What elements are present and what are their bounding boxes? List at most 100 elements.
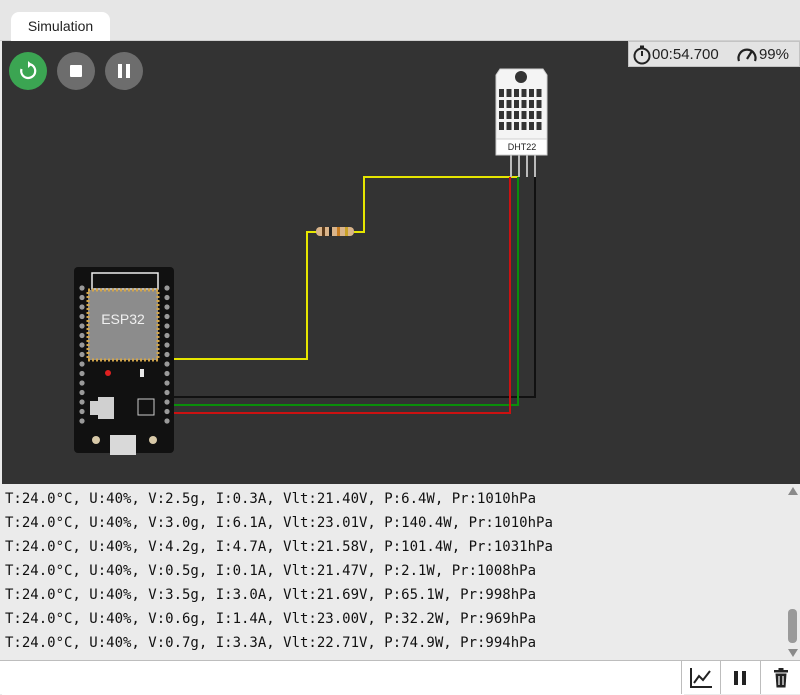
stop-button[interactable] bbox=[57, 52, 95, 90]
vent-slot bbox=[521, 111, 527, 119]
dht22-label: DHT22 bbox=[508, 142, 537, 152]
esp32-pin[interactable] bbox=[79, 304, 85, 310]
esp32-pin[interactable] bbox=[79, 313, 85, 320]
resistor[interactable] bbox=[316, 227, 354, 236]
vent-slot bbox=[536, 89, 542, 97]
serial-monitor[interactable]: T:24.0°C, U:40%, V:2.5g, I:0.3A, Vlt:21.… bbox=[2, 484, 800, 660]
esp32-pins-right bbox=[164, 285, 170, 424]
clear-console-button[interactable] bbox=[760, 661, 800, 694]
scroll-up-arrow-icon[interactable] bbox=[788, 487, 798, 495]
esp32-pin[interactable] bbox=[79, 285, 85, 291]
vent-slot bbox=[514, 100, 519, 108]
stopwatch-icon bbox=[633, 45, 651, 65]
wire-data-yellow-2[interactable] bbox=[354, 176, 518, 233]
vent-slot bbox=[529, 111, 534, 119]
esp32-pin[interactable] bbox=[79, 323, 85, 329]
vent-slot bbox=[529, 89, 534, 97]
vent-slot bbox=[506, 111, 512, 119]
esp32-pin[interactable] bbox=[164, 285, 170, 291]
console-toolbar bbox=[0, 660, 800, 695]
wire-vcc-red[interactable] bbox=[170, 177, 511, 414]
esp32-pin[interactable] bbox=[164, 418, 170, 424]
esp32-pin[interactable] bbox=[164, 304, 170, 310]
vent-slot bbox=[536, 100, 542, 108]
wire-green[interactable] bbox=[170, 177, 519, 406]
circuit-diagram: ESP32 DHT22 bbox=[74, 68, 548, 455]
console-line: T:24.0°C, U:40%, V:0.6g, I:1.4A, Vlt:23.… bbox=[5, 611, 537, 627]
vent-slot bbox=[514, 122, 519, 130]
console-scrollbar[interactable] bbox=[786, 484, 800, 660]
esp32-pin[interactable] bbox=[79, 351, 85, 358]
vent-slot bbox=[521, 122, 527, 130]
vent-slot bbox=[514, 111, 519, 119]
esp32-pin[interactable] bbox=[79, 389, 85, 396]
console-line: T:24.0°C, U:40%, V:2.5g, I:0.3A, Vlt:21.… bbox=[5, 491, 537, 507]
esp32-pin[interactable] bbox=[164, 323, 170, 329]
console-pause-button[interactable] bbox=[720, 661, 759, 694]
pause-icon bbox=[734, 670, 746, 685]
esp32-pin[interactable] bbox=[79, 399, 85, 405]
esp32-pin[interactable] bbox=[79, 342, 85, 348]
console-line: T:24.0°C, U:40%, V:0.7g, I:3.3A, Vlt:22.… bbox=[5, 635, 537, 651]
tab-simulation[interactable]: Simulation bbox=[11, 12, 110, 41]
wire-data-yellow[interactable] bbox=[169, 231, 320, 419]
vent-slot bbox=[506, 100, 512, 108]
serial-input[interactable] bbox=[2, 661, 684, 695]
esp32-pin[interactable] bbox=[164, 370, 170, 377]
vent-slot bbox=[536, 111, 542, 119]
vent-slot bbox=[506, 122, 512, 130]
vent-slot bbox=[529, 122, 534, 130]
esp32-pin[interactable] bbox=[79, 294, 85, 301]
esp32-pin[interactable] bbox=[79, 361, 85, 367]
console-line: T:24.0°C, U:40%, V:0.5g, I:0.1A, Vlt:21.… bbox=[5, 563, 537, 579]
esp32-pin[interactable] bbox=[164, 313, 170, 320]
stop-icon bbox=[70, 65, 82, 77]
line-chart-icon bbox=[690, 667, 712, 688]
simulation-canvas[interactable]: ESP32 DHT22 00:54.700 99% bbox=[2, 41, 800, 484]
wire-gnd[interactable] bbox=[170, 177, 536, 398]
elapsed-time: 00:54.700 bbox=[652, 45, 719, 63]
vent-slot bbox=[536, 122, 542, 130]
esp32-pin[interactable] bbox=[164, 380, 170, 386]
pause-button[interactable] bbox=[105, 52, 143, 90]
restart-button[interactable] bbox=[9, 52, 47, 90]
plotter-button[interactable] bbox=[681, 661, 720, 694]
esp32-label: ESP32 bbox=[101, 311, 145, 327]
scrollbar-thumb[interactable] bbox=[788, 609, 797, 643]
esp32-pin[interactable] bbox=[79, 380, 85, 386]
console-line: T:24.0°C, U:40%, V:3.0g, I:6.1A, Vlt:23.… bbox=[5, 515, 553, 531]
scroll-down-arrow-icon[interactable] bbox=[788, 649, 798, 657]
esp32-pin[interactable] bbox=[79, 418, 85, 424]
vent-slot bbox=[529, 100, 534, 108]
esp32-pin[interactable] bbox=[164, 408, 170, 415]
esp32-pins-left bbox=[79, 285, 85, 424]
speedometer-icon bbox=[737, 48, 757, 62]
console-line: T:24.0°C, U:40%, V:4.2g, I:4.7A, Vlt:21.… bbox=[5, 539, 553, 555]
vent-slot bbox=[521, 100, 527, 108]
simulation-speed: 99% bbox=[758, 45, 789, 63]
restart-icon bbox=[20, 61, 37, 80]
esp32-pin[interactable] bbox=[79, 370, 85, 377]
esp32-pin[interactable] bbox=[164, 294, 170, 301]
esp32-pin[interactable] bbox=[164, 351, 170, 358]
pause-icon bbox=[118, 64, 130, 78]
esp32-pin[interactable] bbox=[79, 408, 85, 415]
simulation-status: 00:54.700 99% bbox=[628, 41, 800, 67]
esp32-pin[interactable] bbox=[164, 361, 170, 367]
esp32-pin[interactable] bbox=[164, 342, 170, 348]
esp32-board[interactable] bbox=[74, 267, 174, 455]
esp32-pin[interactable] bbox=[164, 332, 170, 339]
vent-slot bbox=[499, 122, 504, 130]
vent-slot bbox=[499, 100, 504, 108]
console-line: T:24.0°C, U:40%, V:3.5g, I:3.0A, Vlt:21.… bbox=[5, 587, 537, 603]
vent-slot bbox=[521, 89, 527, 97]
esp32-pin[interactable] bbox=[79, 332, 85, 339]
vent-slot bbox=[506, 89, 512, 97]
vent-slot bbox=[514, 89, 519, 97]
trash-icon bbox=[774, 667, 788, 687]
esp32-pin[interactable] bbox=[164, 399, 170, 405]
vent-slot bbox=[499, 111, 504, 119]
vent-slot bbox=[499, 89, 504, 97]
esp32-pin[interactable] bbox=[164, 389, 170, 396]
tab-bar: Simulation bbox=[0, 0, 800, 41]
